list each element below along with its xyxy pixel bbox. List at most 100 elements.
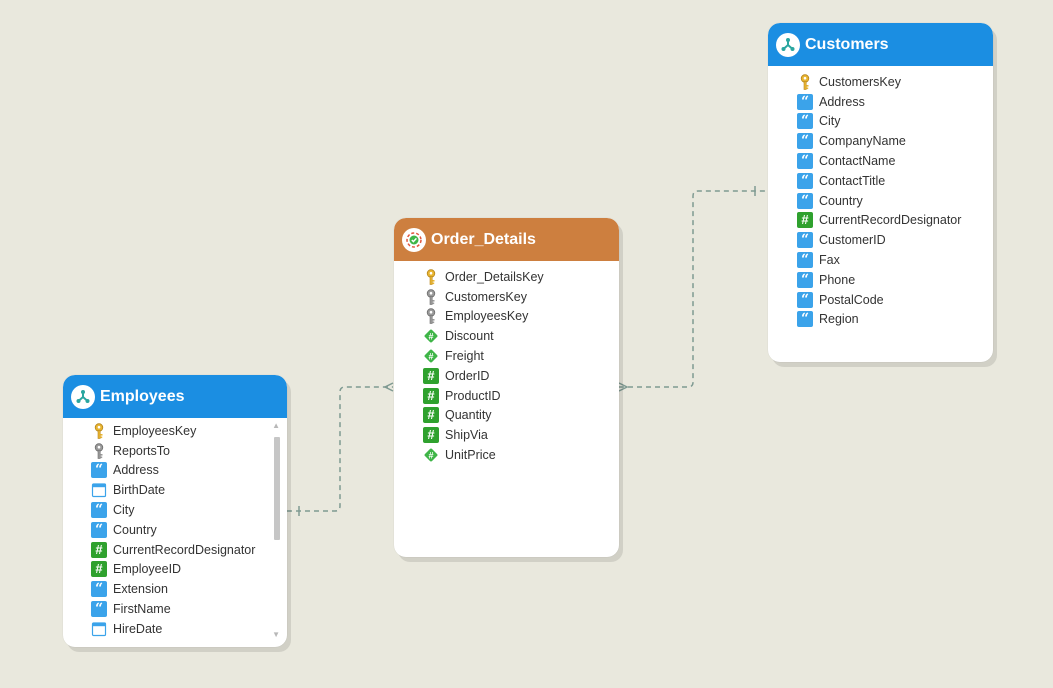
field-row[interactable]: # CurrentRecordDesignator <box>91 540 287 560</box>
field-list: EmployeesKey ReportsTo “ Address BirthDate “ C… <box>63 418 287 639</box>
field-row[interactable]: “ CompanyName <box>797 131 993 151</box>
field-row[interactable]: “ City <box>91 500 287 520</box>
integer-field-icon: # <box>423 387 439 404</box>
date-field-icon <box>91 621 107 637</box>
field-name: CompanyName <box>819 134 906 149</box>
field-row[interactable]: EmployeesKey <box>423 307 619 327</box>
svg-text:#: # <box>428 332 433 342</box>
field-row[interactable]: “ Address <box>797 92 993 112</box>
field-row[interactable]: “ City <box>797 112 993 132</box>
field-row[interactable]: “ Extension <box>91 579 287 599</box>
field-name: ContactTitle <box>819 173 886 188</box>
field-name: Address <box>113 463 159 478</box>
field-list: CustomersKey “ Address “ City “ CompanyName “ Co… <box>768 66 993 329</box>
string-field-icon: “ <box>91 462 107 479</box>
field-name: CurrentRecordDesignator <box>819 213 962 228</box>
field-name: OrderID <box>445 368 490 383</box>
table-customers[interactable]: Customers CustomersKey “ Address “ City “ Comp… <box>768 23 993 362</box>
field-name: FirstName <box>113 602 171 617</box>
field-row[interactable]: “ Country <box>91 520 287 540</box>
foreign-key-icon <box>91 442 107 459</box>
field-row[interactable]: # OrderID <box>423 366 619 386</box>
primary-key-icon <box>91 423 107 439</box>
field-name: Fax <box>819 253 840 268</box>
table-header-employees[interactable]: Employees <box>63 375 287 418</box>
connector-order-details-customers[interactable] <box>619 190 768 388</box>
field-row[interactable]: “ Phone <box>797 270 993 290</box>
field-name: Quantity <box>445 408 492 423</box>
string-field-icon: “ <box>797 93 813 110</box>
field-row[interactable]: # CurrentRecordDesignator <box>797 211 993 231</box>
string-field-icon: “ <box>91 502 107 519</box>
field-name: City <box>819 114 841 129</box>
field-row[interactable]: EmployeesKey <box>91 421 287 441</box>
field-name: EmployeesKey <box>445 309 529 324</box>
scroll-up-arrow[interactable]: ▲ <box>272 422 280 430</box>
string-field-icon: “ <box>797 133 813 150</box>
field-row[interactable]: # UnitPrice <box>423 445 619 465</box>
field-name: Country <box>819 193 863 208</box>
table-header-order-details[interactable]: Order_Details <box>394 218 619 261</box>
field-row[interactable]: # EmployeeID <box>91 560 287 580</box>
field-row[interactable]: BirthDate <box>91 480 287 500</box>
field-row[interactable]: “ Region <box>797 310 993 330</box>
field-name: HireDate <box>113 621 163 636</box>
string-field-icon: “ <box>91 601 107 618</box>
string-field-icon: “ <box>797 232 813 249</box>
field-row[interactable]: # Freight <box>423 346 619 366</box>
integer-field-icon: # <box>423 427 439 444</box>
table-title: Employees <box>100 387 185 405</box>
field-name: Country <box>113 522 157 537</box>
field-name: Order_DetailsKey <box>445 269 544 284</box>
diagram-canvas: Customers CustomersKey “ Address “ City “ Comp… <box>0 0 1053 688</box>
field-name: BirthDate <box>113 483 166 498</box>
field-row[interactable]: “ PostalCode <box>797 290 993 310</box>
field-name: Extension <box>113 582 168 597</box>
scroll-down-arrow[interactable]: ▼ <box>272 631 280 639</box>
field-row[interactable]: “ CustomerID <box>797 230 993 250</box>
field-row[interactable]: “ Fax <box>797 250 993 270</box>
field-row[interactable]: # Discount <box>423 326 619 346</box>
field-row[interactable]: # ShipVia <box>423 425 619 445</box>
field-name: CustomersKey <box>445 289 527 304</box>
field-name: City <box>113 503 135 518</box>
field-name: EmployeesKey <box>113 423 197 438</box>
table-header-customers[interactable]: Customers <box>768 23 993 66</box>
table-order-details[interactable]: Order_Details Order_DetailsKey CustomersK… <box>394 218 619 557</box>
field-name: UnitPrice <box>445 448 496 463</box>
crowfoot-marker-order-details-left <box>383 382 394 392</box>
field-row[interactable]: “ FirstName <box>91 599 287 619</box>
field-name: EmployeeID <box>113 562 182 577</box>
field-row[interactable]: “ ContactName <box>797 151 993 171</box>
scrollbar-thumb[interactable] <box>274 437 280 540</box>
string-field-icon: “ <box>797 271 813 288</box>
string-field-icon: “ <box>797 192 813 209</box>
table-title: Customers <box>805 35 889 53</box>
string-field-icon: “ <box>797 252 813 269</box>
field-name: ReportsTo <box>113 443 170 458</box>
field-row[interactable]: CustomersKey <box>423 287 619 307</box>
field-list: Order_DetailsKey CustomersKey EmployeesKey… <box>394 261 619 465</box>
field-row[interactable]: “ Country <box>797 191 993 211</box>
field-row[interactable]: HireDate <box>91 619 287 639</box>
field-row[interactable]: # Quantity <box>423 406 619 426</box>
field-row[interactable]: # ProductID <box>423 386 619 406</box>
field-row[interactable]: CustomersKey <box>797 72 993 92</box>
primary-key-icon <box>423 269 439 285</box>
field-row[interactable]: Order_DetailsKey <box>423 267 619 287</box>
dimension-table-icon <box>776 32 800 57</box>
field-name: Discount <box>445 329 494 344</box>
connector-employees-order-details[interactable] <box>287 386 393 512</box>
field-row[interactable]: “ ContactTitle <box>797 171 993 191</box>
field-row[interactable]: “ Address <box>91 461 287 481</box>
integer-field-icon: # <box>423 407 439 424</box>
date-field-icon <box>91 482 107 498</box>
field-row[interactable]: ReportsTo <box>91 441 287 461</box>
dimension-table-icon <box>71 384 95 409</box>
svg-text:#: # <box>428 451 433 461</box>
decimal-field-icon: # <box>423 447 439 463</box>
table-employees[interactable]: Employees EmployeesKey ReportsTo “ Address B… <box>63 375 287 647</box>
field-name: Freight <box>445 349 484 364</box>
integer-field-icon: # <box>91 561 107 578</box>
field-name: Region <box>819 312 859 327</box>
